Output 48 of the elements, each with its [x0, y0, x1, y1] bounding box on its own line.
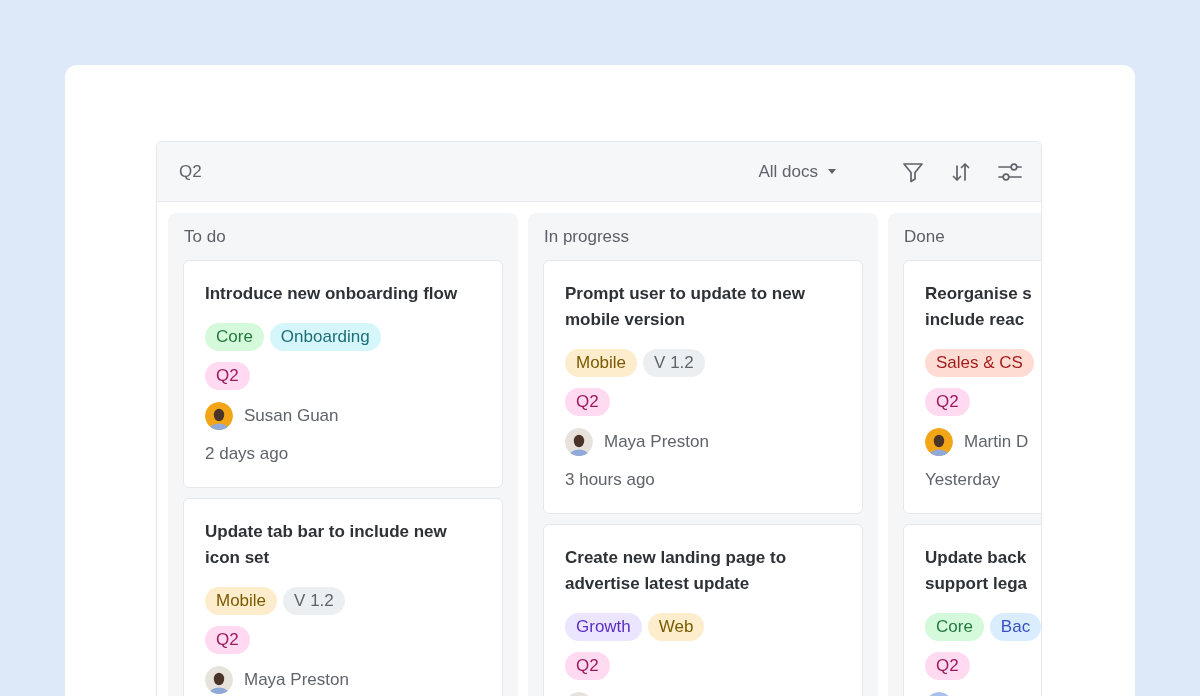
milestone-tag: Q2 [205, 626, 250, 654]
updated-time: Yesterday [925, 469, 1000, 491]
sort-button[interactable] [950, 160, 972, 183]
filter-button[interactable] [902, 160, 924, 183]
column-title: To do [183, 226, 226, 248]
task-card[interactable]: Update tab bar to include new icon set Mobile V 1.2 Q2 Maya Preston [183, 498, 503, 696]
task-card[interactable]: Create new landing page to advertise latest update Growth Web Q2 [543, 524, 863, 696]
category-tag: Core [925, 613, 984, 641]
updated-time: 3 hours ago [565, 469, 655, 491]
category-tag: Onboarding [269, 323, 381, 351]
sort-icon [950, 160, 972, 183]
assignee-name: Susan Guan [244, 406, 339, 426]
filter-icon [902, 160, 924, 183]
assignee-name: Martin D [964, 432, 1029, 452]
assignee-name: Maya Preston [244, 670, 349, 690]
category-tag: Web [647, 613, 705, 641]
column-title: Done [903, 226, 945, 248]
task-title: Update back support lega [925, 547, 1027, 595]
sliders-icon [998, 160, 1022, 183]
task-card[interactable]: Update back support lega Core Bac Q2 [903, 524, 1041, 696]
task-title: Update tab bar to include new icon set [205, 521, 447, 569]
updated-time: 2 days ago [205, 443, 289, 465]
category-tag: Core [205, 323, 264, 351]
task-title: Reorganise s include reac [925, 283, 1032, 331]
board-title: Q2 [179, 161, 202, 182]
task-card[interactable]: Prompt user to update to new mobile version Mobile V 1.2 Q2 Maya Preston 3 hours ago [543, 260, 863, 514]
category-tag: Bac [989, 613, 1041, 641]
settings-button[interactable] [998, 160, 1022, 183]
column-title: In progress [543, 226, 630, 248]
task-card[interactable]: Reorganise s include reac Sales & CS Q2 Martin D Yesterday [903, 260, 1041, 514]
category-tag: Growth [565, 613, 642, 641]
category-tag: Mobile [565, 349, 638, 377]
milestone-tag: Q2 [925, 652, 970, 680]
task-title: Create new landing page to advertise latest update [565, 547, 787, 595]
category-tag: Sales & CS [925, 349, 1034, 377]
milestone-tag: Q2 [205, 362, 250, 390]
assignee-name: Maya Preston [604, 432, 709, 452]
milestone-tag: Q2 [565, 652, 610, 680]
task-title: Prompt user to update to new mobile version [565, 283, 805, 331]
category-tag: V 1.2 [283, 587, 345, 615]
task-title: Introduce new onboarding flow [205, 283, 458, 305]
docs-dropdown[interactable]: All docs [756, 157, 838, 186]
category-tag: V 1.2 [643, 349, 705, 377]
caret-icon [828, 169, 836, 174]
category-tag: Mobile [205, 587, 278, 615]
milestone-tag: Q2 [565, 388, 610, 416]
milestone-tag: Q2 [925, 388, 970, 416]
task-card[interactable]: Introduce new onboarding flow Core Onboarding Q2 Susan Guan 2 days ago [183, 260, 503, 488]
